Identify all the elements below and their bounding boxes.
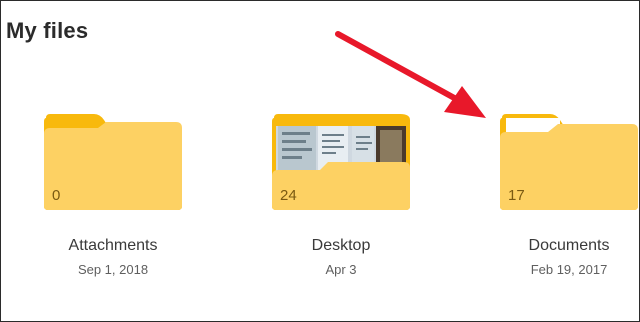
folder-date: Sep 1, 2018 <box>77 262 149 277</box>
folder-tile-desktop[interactable]: 24 Desktop Apr 3 <box>256 112 426 302</box>
folder-icon[interactable]: 0 <box>42 112 184 212</box>
folder-tile-attachments[interactable]: 0 Attachments Sep 1, 2018 <box>28 112 198 302</box>
folder-with-preview-icon[interactable]: 24 <box>270 112 412 212</box>
folder-name[interactable]: Documents <box>484 237 640 255</box>
folder-date: Apr 3 <box>325 262 357 277</box>
folder-item-count: 0 <box>52 187 61 204</box>
folder-with-document-icon[interactable]: 17 <box>498 112 640 212</box>
folder-tile-documents[interactable]: 17 Documents Feb 19, 2017 <box>484 112 640 302</box>
folder-name[interactable]: Attachments <box>28 237 198 255</box>
folder-item-count: 17 <box>508 187 525 204</box>
folder-item-count: 24 <box>280 187 297 204</box>
folder-name[interactable]: Desktop <box>256 237 426 255</box>
folder-date: Feb 19, 2017 <box>530 262 608 277</box>
